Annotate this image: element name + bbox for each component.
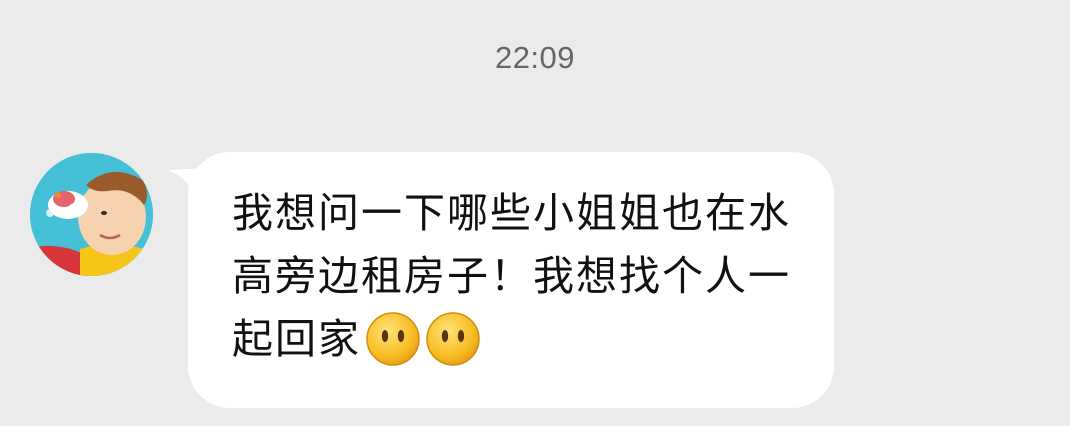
message-body: 我想问一下哪些小姐姐也在水高旁边租房子！我想找个人一起回家: [232, 189, 791, 363]
cartoon-boy-avatar-icon: [30, 153, 153, 276]
message-text: 我想问一下哪些小姐姐也在水高旁边租房子！我想找个人一起回家: [232, 182, 802, 371]
message-bubble[interactable]: 我想问一下哪些小姐姐也在水高旁边租房子！我想找个人一起回家: [188, 152, 834, 408]
speechless-face-icon: [425, 311, 481, 367]
sender-avatar[interactable]: [30, 153, 153, 276]
speechless-face-icon: [365, 311, 421, 367]
message-timestamp: 22:09: [494, 40, 576, 75]
